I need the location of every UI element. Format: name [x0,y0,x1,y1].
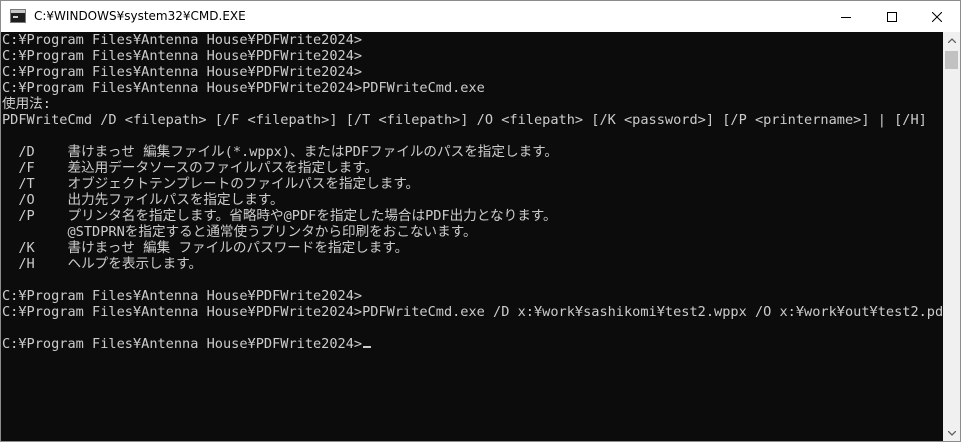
cmd-console-icon[interactable] [10,9,26,23]
window-title: C:¥WINDOWS¥system32¥CMD.EXE [34,9,246,23]
console-prompt: C:¥Program Files¥Antenna House¥PDFWrite2… [2,336,363,352]
console-line: /O 出力先ファイルパスを指定します。 [2,192,284,208]
cmd-window: C:¥WINDOWS¥system32¥CMD.EXE C:¥Program F… [0,0,961,442]
scrollbar-thumb[interactable] [945,51,958,69]
console-line: C:¥Program Files¥Antenna House¥PDFWrite2… [2,32,363,48]
minimize-button[interactable] [823,1,869,32]
close-icon [932,11,942,22]
console-line: /H ヘルプを表示します。 [2,256,203,272]
title-bar[interactable]: C:¥WINDOWS¥system32¥CMD.EXE [1,1,960,32]
console-line: @STDPRNを指定すると通常使うプリンタから印刷をおこないます。 [2,224,477,240]
console-line: /P プリンタ名を指定します。省略時や@PDFを指定した場合はPDF出力となりま… [2,208,557,224]
console-line: C:¥Program Files¥Antenna House¥PDFWrite2… [2,64,363,80]
vertical-scrollbar[interactable] [943,32,960,441]
scroll-down-button[interactable] [943,425,960,441]
console-line: C:¥Program Files¥Antenna House¥PDFWrite2… [2,48,363,64]
console-line: /K 書けまっせ 編集 ファイルのパスワードを指定します。 [2,240,409,256]
console-line: C:¥Program Files¥Antenna House¥PDFWrite2… [2,80,485,96]
console-line: /T オブジェクトテンプレートのファイルパスを指定します。 [2,176,420,192]
console-output[interactable]: C:¥Program Files¥Antenna House¥PDFWrite2… [1,32,943,441]
console-line: C:¥Program Files¥Antenna House¥PDFWrite2… [2,288,363,304]
console-line: /F 差込用データソースのファイルパスを指定します。 [2,160,379,176]
scroll-up-button[interactable] [943,32,960,49]
maximize-button[interactable] [869,1,915,32]
close-button[interactable] [914,1,960,32]
console-line: 使用法: [2,96,51,112]
text-cursor [363,346,372,348]
minimize-icon [841,16,851,18]
console-line: /D 書けまっせ 編集ファイル(*.wppx)、またはPDFファイルのパスを指定… [2,144,558,160]
maximize-icon [887,11,897,22]
console-line: PDFWriteCmd /D <filepath> [/F <filepath>… [2,112,927,128]
console-line: C:¥Program Files¥Antenna House¥PDFWrite2… [2,304,943,320]
console-prompt-line[interactable]: C:¥Program Files¥Antenna House¥PDFWrite2… [2,336,372,352]
arrow-up-icon [947,38,956,43]
arrow-down-icon [947,431,956,436]
